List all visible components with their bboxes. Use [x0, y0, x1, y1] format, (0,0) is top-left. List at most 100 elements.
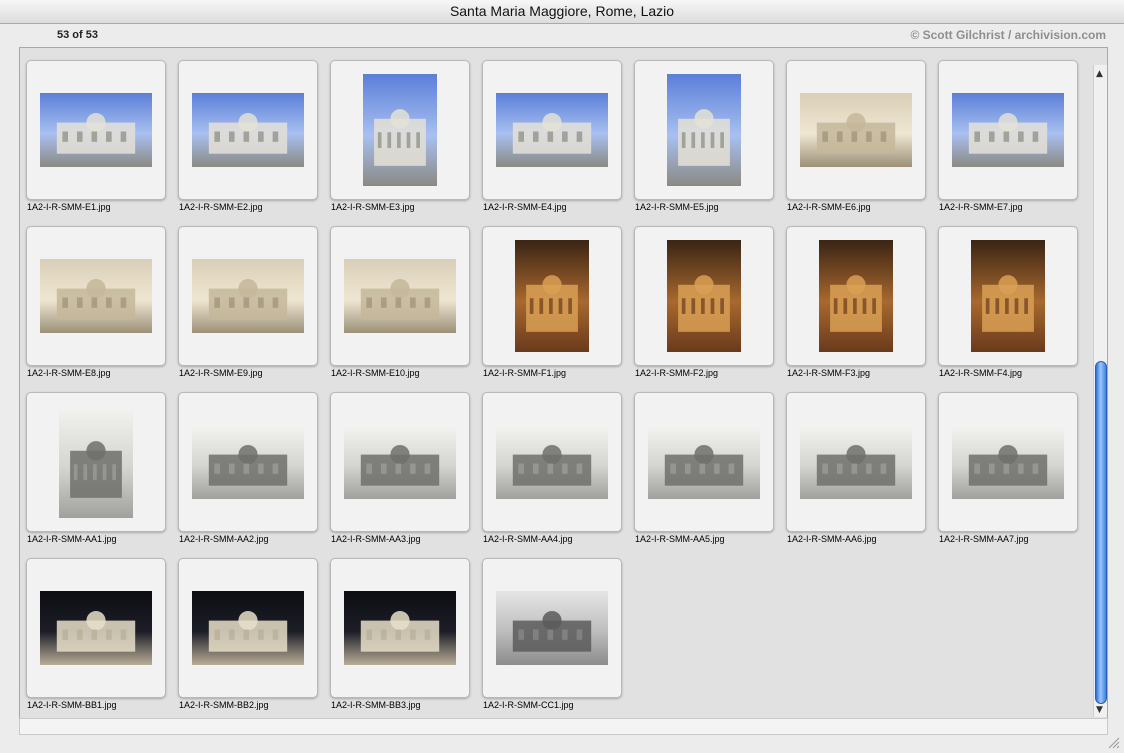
- thumbnail-item[interactable]: 1A2-I-R-SMM-E2.jpg: [173, 48, 325, 214]
- thumbnail-item[interactable]: 1A2-I-R-SMM-BB3.jpg: [325, 546, 477, 712]
- thumbnail-frame[interactable]: [634, 226, 774, 366]
- thumbnail-image[interactable]: [496, 425, 608, 499]
- thumbnail-item[interactable]: 1A2-I-R-SMM-F4.jpg: [933, 214, 1085, 380]
- thumbnail-frame[interactable]: [938, 392, 1078, 532]
- thumbnail-filename: 1A2-I-R-SMM-AA1.jpg: [27, 534, 117, 544]
- scroll-up-arrow-icon[interactable]: ▲: [1096, 69, 1103, 79]
- thumbnail-frame[interactable]: [786, 392, 926, 532]
- resize-grip-icon[interactable]: [1108, 737, 1120, 749]
- thumbnail-image[interactable]: [40, 591, 152, 665]
- thumbnail-frame[interactable]: [634, 392, 774, 532]
- thumbnail-image[interactable]: [344, 259, 456, 333]
- thumbnail-frame[interactable]: [482, 60, 622, 200]
- thumbnail-frame[interactable]: [178, 226, 318, 366]
- thumbnail-frame[interactable]: [786, 226, 926, 366]
- thumbnail-frame[interactable]: [482, 558, 622, 698]
- thumbnail-filename: 1A2-I-R-SMM-E9.jpg: [179, 368, 263, 378]
- thumbnail-item[interactable]: 1A2-I-R-SMM-F2.jpg: [629, 214, 781, 380]
- thumbnail-item[interactable]: 1A2-I-R-SMM-F3.jpg: [781, 214, 933, 380]
- thumbnail-frame[interactable]: [178, 558, 318, 698]
- thumbnail-item[interactable]: 1A2-I-R-SMM-E4.jpg: [477, 48, 629, 214]
- thumbnail-frame[interactable]: [178, 392, 318, 532]
- scrollbar-thumb[interactable]: [1095, 361, 1107, 704]
- thumbnail-frame[interactable]: [178, 60, 318, 200]
- thumbnail-image[interactable]: [40, 259, 152, 333]
- thumbnail-frame[interactable]: [26, 558, 166, 698]
- window-title-bar[interactable]: Santa Maria Maggiore, Rome, Lazio: [0, 0, 1124, 24]
- thumbnail-filename: 1A2-I-R-SMM-BB2.jpg: [179, 700, 269, 710]
- thumbnail-frame[interactable]: [330, 60, 470, 200]
- thumbnail-filename: 1A2-I-R-SMM-BB1.jpg: [27, 700, 117, 710]
- thumbnail-image[interactable]: [192, 591, 304, 665]
- thumbnail-item[interactable]: 1A2-I-R-SMM-F1.jpg: [477, 214, 629, 380]
- thumbnail-frame[interactable]: [26, 60, 166, 200]
- thumbnail-item[interactable]: 1A2-I-R-SMM-BB2.jpg: [173, 546, 325, 712]
- thumbnail-image[interactable]: [363, 74, 437, 186]
- thumbnail-filename: 1A2-I-R-SMM-E2.jpg: [179, 202, 263, 212]
- thumbnail-item[interactable]: 1A2-I-R-SMM-AA5.jpg: [629, 380, 781, 546]
- status-bar: [19, 718, 1108, 735]
- thumbnail-filename: 1A2-I-R-SMM-E6.jpg: [787, 202, 871, 212]
- thumbnail-frame[interactable]: [938, 60, 1078, 200]
- thumbnail-item[interactable]: 1A2-I-R-SMM-AA6.jpg: [781, 380, 933, 546]
- thumbnail-filename: 1A2-I-R-SMM-E3.jpg: [331, 202, 415, 212]
- thumbnail-image[interactable]: [667, 240, 741, 352]
- thumbnail-item[interactable]: 1A2-I-R-SMM-AA3.jpg: [325, 380, 477, 546]
- thumbnail-filename: 1A2-I-R-SMM-F2.jpg: [635, 368, 719, 378]
- thumbnail-item[interactable]: 1A2-I-R-SMM-E8.jpg: [21, 214, 173, 380]
- scroll-down-arrow-icon[interactable]: ▼: [1096, 705, 1103, 715]
- thumbnail-item[interactable]: 1A2-I-R-SMM-AA1.jpg: [21, 380, 173, 546]
- thumbnail-filename: 1A2-I-R-SMM-AA7.jpg: [939, 534, 1029, 544]
- thumbnail-image[interactable]: [667, 74, 741, 186]
- thumbnail-image[interactable]: [192, 93, 304, 167]
- thumbnail-image[interactable]: [971, 240, 1045, 352]
- thumbnail-frame[interactable]: [482, 392, 622, 532]
- thumbnail-filename: 1A2-I-R-SMM-CC1.jpg: [483, 700, 574, 710]
- thumbnail-frame[interactable]: [330, 558, 470, 698]
- thumbnail-frame[interactable]: [634, 60, 774, 200]
- thumbnail-item[interactable]: 1A2-I-R-SMM-E9.jpg: [173, 214, 325, 380]
- thumbnail-image[interactable]: [496, 591, 608, 665]
- thumbnail-image[interactable]: [800, 93, 912, 167]
- thumbnail-image[interactable]: [648, 425, 760, 499]
- copyright-notice: © Scott Gilchrist / archivision.com: [910, 28, 1106, 42]
- thumbnail-image[interactable]: [952, 93, 1064, 167]
- thumbnail-image[interactable]: [819, 240, 893, 352]
- thumbnail-image[interactable]: [40, 93, 152, 167]
- thumbnail-image[interactable]: [344, 591, 456, 665]
- thumbnail-item[interactable]: 1A2-I-R-SMM-AA2.jpg: [173, 380, 325, 546]
- thumbnail-item[interactable]: 1A2-I-R-SMM-E7.jpg: [933, 48, 1085, 214]
- thumbnail-frame[interactable]: [26, 392, 166, 532]
- thumbnail-image[interactable]: [952, 425, 1064, 499]
- thumbnail-frame[interactable]: [786, 60, 926, 200]
- thumbnail-image[interactable]: [344, 425, 456, 499]
- thumbnail-frame[interactable]: [938, 226, 1078, 366]
- thumbnail-filename: 1A2-I-R-SMM-E7.jpg: [939, 202, 1023, 212]
- thumbnail-item[interactable]: 1A2-I-R-SMM-E5.jpg: [629, 48, 781, 214]
- thumbnail-filename: 1A2-I-R-SMM-F4.jpg: [939, 368, 1023, 378]
- thumbnail-filename: 1A2-I-R-SMM-AA5.jpg: [635, 534, 725, 544]
- thumbnail-item[interactable]: 1A2-I-R-SMM-E6.jpg: [781, 48, 933, 214]
- thumbnail-item[interactable]: 1A2-I-R-SMM-AA7.jpg: [933, 380, 1085, 546]
- thumbnail-frame[interactable]: [26, 226, 166, 366]
- thumbnail-item[interactable]: 1A2-I-R-SMM-E1.jpg: [21, 48, 173, 214]
- thumbnail-item[interactable]: 1A2-I-R-SMM-AA4.jpg: [477, 380, 629, 546]
- thumbnail-frame[interactable]: [330, 392, 470, 532]
- thumbnail-item[interactable]: 1A2-I-R-SMM-BB1.jpg: [21, 546, 173, 712]
- thumbnail-filename: 1A2-I-R-SMM-AA3.jpg: [331, 534, 421, 544]
- thumbnail-item[interactable]: 1A2-I-R-SMM-E3.jpg: [325, 48, 477, 214]
- thumbnail-panel: 1A2-I-R-SMM-E1.jpg 1A2-I-R-SMM-E2.jpg 1A2-…: [19, 47, 1108, 719]
- thumbnail-image[interactable]: [59, 406, 133, 518]
- thumbnail-frame[interactable]: [330, 226, 470, 366]
- thumbnail-frame[interactable]: [482, 226, 622, 366]
- thumbnail-image[interactable]: [496, 93, 608, 167]
- vertical-scrollbar[interactable]: ▲ ▼: [1093, 65, 1107, 717]
- thumbnail-item[interactable]: 1A2-I-R-SMM-CC1.jpg: [477, 546, 629, 712]
- thumbnail-image[interactable]: [800, 425, 912, 499]
- thumbnail-image[interactable]: [192, 425, 304, 499]
- thumbnail-image[interactable]: [515, 240, 589, 352]
- thumbnail-image[interactable]: [192, 259, 304, 333]
- thumbnail-filename: 1A2-I-R-SMM-E10.jpg: [331, 368, 420, 378]
- thumbnail-item[interactable]: 1A2-I-R-SMM-E10.jpg: [325, 214, 477, 380]
- thumbnail-filename: 1A2-I-R-SMM-AA6.jpg: [787, 534, 877, 544]
